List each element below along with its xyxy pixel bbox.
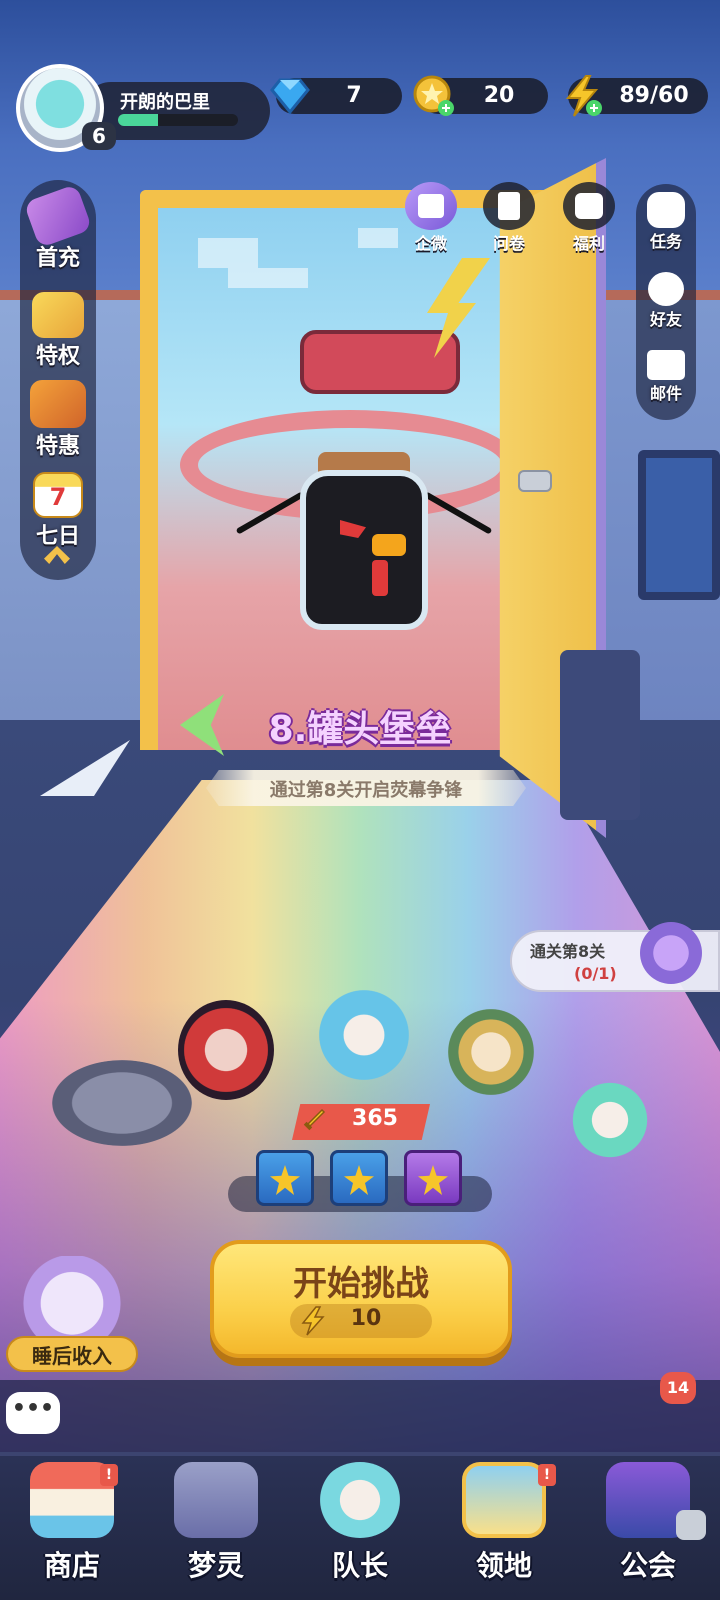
xp-bar-fill <box>118 114 158 126</box>
nav-captain[interactable]: 队长 <box>288 1462 432 1598</box>
lock-icon <box>676 1510 706 1540</box>
territory-door-icon <box>462 1462 546 1538</box>
nav-alert-badge: ! <box>100 1464 118 1486</box>
player-level-badge: 6 <box>82 122 116 150</box>
boss-glasses-icon <box>300 330 460 394</box>
jar-boss[interactable] <box>300 470 428 630</box>
door-knob-icon <box>518 470 552 492</box>
speaker-icon <box>560 650 640 820</box>
coin-counter[interactable]: 20 <box>413 75 548 116</box>
star-icon <box>270 1165 300 1195</box>
gift-box-icon <box>30 380 86 428</box>
privilege-button[interactable]: 特权 <box>24 292 92 370</box>
nav-territory[interactable]: 领地 ! <box>432 1462 576 1598</box>
friends-button[interactable]: 好友 <box>638 272 694 330</box>
nav-dream-spirit[interactable]: 梦灵 <box>144 1462 288 1598</box>
player-profile[interactable]: 6 开朗的巴里 <box>16 64 270 152</box>
special-offer-button[interactable]: 特惠 <box>24 380 92 460</box>
unread-message-badge[interactable]: 14 <box>660 1372 696 1404</box>
friends-icon <box>648 272 684 306</box>
hero-dino[interactable] <box>568 1078 652 1162</box>
start-energy-cost: 10 <box>350 1306 382 1331</box>
arcade-machine-icon <box>174 1462 258 1538</box>
privilege-cards-icon <box>32 292 84 338</box>
hero-ranger[interactable] <box>448 1004 534 1100</box>
stage-unlock-hint: 通过第8关开启荧幕争锋 <box>269 780 463 801</box>
quest-progress: (0/1) <box>574 964 617 983</box>
nav-guild[interactable]: 公会 <box>576 1462 720 1598</box>
start-challenge-label: 开始挑战 <box>293 1264 429 1304</box>
gift-icon <box>405 182 457 230</box>
xp-bar <box>118 114 238 126</box>
key-icon <box>640 922 702 984</box>
energy-icon <box>301 1306 325 1336</box>
hammer-icon <box>23 183 93 249</box>
stage-title: 8.罐头堡垒 <box>268 709 452 750</box>
hero-robot[interactable] <box>52 1060 192 1146</box>
first-recharge-button[interactable]: 首充 <box>23 183 93 272</box>
chat-bar[interactable] <box>0 1380 720 1452</box>
wecom-gift-button[interactable]: 企微 <box>396 182 466 254</box>
welfare-icon <box>563 182 615 230</box>
mail-icon <box>647 350 685 380</box>
gem-value: 7 <box>346 83 362 108</box>
idle-reward-button[interactable]: 睡后收入 <box>6 1336 138 1372</box>
reward-chest-3[interactable] <box>404 1150 462 1206</box>
hero-sailor[interactable] <box>318 980 410 1090</box>
hero-witch[interactable] <box>178 1000 274 1100</box>
energy-add-icon <box>565 75 602 117</box>
reward-chest-2[interactable] <box>330 1150 388 1206</box>
nav-alert-badge: ! <box>538 1464 556 1486</box>
energy-counter[interactable]: 89/60 <box>565 75 708 117</box>
reward-chest-1[interactable] <box>256 1150 314 1206</box>
nav-shop[interactable]: 商店 ! <box>0 1462 144 1598</box>
star-icon <box>418 1165 448 1195</box>
sleeping-sheep-icon[interactable] <box>22 1256 122 1342</box>
seven-day-button[interactable]: 7 七日 <box>24 472 92 550</box>
tasks-button[interactable]: 任务 <box>638 192 694 252</box>
calendar-7-icon: 7 <box>33 472 83 518</box>
chat-bubble-icon[interactable]: ••• <box>6 1392 60 1434</box>
star-icon <box>344 1165 374 1195</box>
mail-button[interactable]: 邮件 <box>638 350 694 404</box>
computer-monitor-icon <box>638 450 720 600</box>
task-icon <box>647 192 685 228</box>
survey-icon <box>483 182 535 230</box>
captain-avatar-icon <box>318 1462 402 1538</box>
team-power-value: 365 <box>352 1106 398 1131</box>
sword-icon <box>303 1108 326 1131</box>
quest-title: 通关第8关 <box>530 942 606 961</box>
welfare-button[interactable]: 福利 <box>554 182 624 254</box>
coin-value: 20 <box>483 83 515 108</box>
player-name: 开朗的巴里 <box>120 92 210 113</box>
survey-button[interactable]: 问卷 <box>474 182 544 254</box>
energy-value: 89/60 <box>619 83 689 108</box>
gem-counter[interactable]: 7 <box>270 78 402 115</box>
